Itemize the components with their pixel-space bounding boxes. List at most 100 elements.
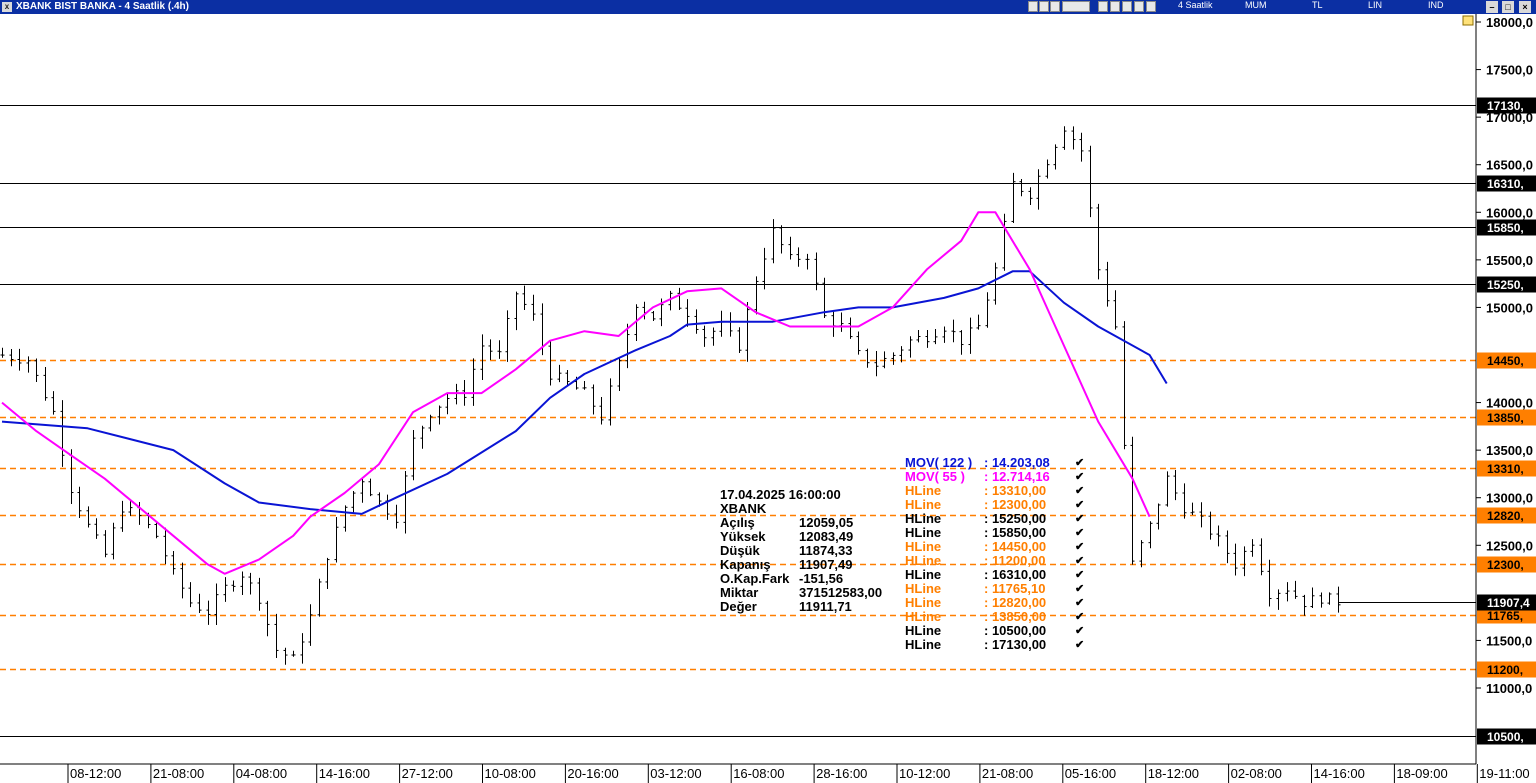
- y-tick-label: 11500,0: [1486, 633, 1532, 648]
- info-label: Değer: [720, 599, 757, 614]
- y-tick-label: 11000,0: [1486, 681, 1532, 696]
- visibility-check-icon[interactable]: ✔: [1075, 624, 1084, 638]
- visibility-check-icon[interactable]: ✔: [1075, 526, 1084, 540]
- legend-value: : 15250,00: [984, 511, 1047, 526]
- x-tick-label: 14-16:00: [1314, 766, 1365, 781]
- visibility-check-icon[interactable]: ✔: [1075, 596, 1084, 610]
- currency-menu[interactable]: TL: [1312, 0, 1323, 10]
- visibility-check-icon[interactable]: ✔: [1075, 568, 1084, 582]
- draw-icon[interactable]: [1110, 1, 1120, 12]
- period-menu[interactable]: 4 Saatlik: [1178, 0, 1213, 10]
- legend-name: HLine: [905, 525, 942, 540]
- legend-value: : 12820,00: [984, 595, 1047, 610]
- alarm-icon[interactable]: [1462, 15, 1474, 26]
- hline-label: 11200,: [1487, 663, 1523, 677]
- visibility-check-icon[interactable]: ✔: [1075, 512, 1084, 526]
- legend-value: : 14450,00: [984, 539, 1047, 554]
- info-label: Miktar: [720, 585, 759, 600]
- info-value: 12059,05: [799, 515, 854, 530]
- chart-style-menu[interactable]: MUM: [1245, 0, 1267, 10]
- maximize-icon[interactable]: □: [1502, 1, 1514, 13]
- x-tick-label: 20-16:00: [567, 766, 618, 781]
- legend-name: HLine: [905, 637, 942, 652]
- y-tick-label: 14000,0: [1486, 396, 1533, 411]
- visibility-check-icon[interactable]: ✔: [1075, 638, 1084, 652]
- system-menu-icon[interactable]: x: [2, 2, 12, 12]
- x-tick-label: 04-08:00: [236, 766, 287, 781]
- x-tick-label: 14-16:00: [319, 766, 370, 781]
- x-tick-label: 05-16:00: [1065, 766, 1116, 781]
- visibility-check-icon[interactable]: ✔: [1075, 484, 1084, 498]
- x-tick-label: 19-11:00: [1479, 766, 1529, 781]
- hline-label: 17130,: [1487, 99, 1524, 113]
- legend-value: : 15850,00: [984, 525, 1047, 540]
- price-chart[interactable]: 18000,017500,017000,016500,016000,015500…: [0, 14, 1536, 783]
- legend-value: : 12.714,16: [984, 469, 1050, 484]
- hline-label: 12300,: [1487, 558, 1524, 572]
- info-label: Kapanış: [720, 557, 771, 572]
- y-tick-label: 18000,0: [1486, 15, 1533, 30]
- y-tick-label: 13000,0: [1486, 491, 1533, 506]
- legend-name: HLine: [905, 497, 942, 512]
- x-tick-label: 21-08:00: [153, 766, 204, 781]
- legend-value: : 16310,00: [984, 567, 1047, 582]
- info-value: 12083,49: [799, 529, 854, 544]
- y-tick-label: 15000,0: [1486, 300, 1533, 315]
- x-tick-label: 27-12:00: [402, 766, 453, 781]
- legend-name: HLine: [905, 553, 942, 568]
- x-tick-label: 08-12:00: [70, 766, 121, 781]
- info-value: 11911,71: [799, 599, 852, 614]
- toolbar: [1028, 1, 1168, 13]
- info-value: 371512583,00: [799, 585, 883, 600]
- close-icon[interactable]: ×: [1519, 1, 1531, 13]
- x-tick-label: 21-08:00: [982, 766, 1033, 781]
- visibility-check-icon[interactable]: ✔: [1075, 498, 1084, 512]
- arrow-icon[interactable]: [1146, 1, 1156, 12]
- line-icon[interactable]: [1122, 1, 1132, 12]
- y-tick-label: 17500,0: [1486, 63, 1533, 78]
- last-price-label: 11907,4: [1487, 596, 1530, 610]
- visibility-check-icon[interactable]: ✔: [1075, 610, 1084, 624]
- window-title: XBANK BIST BANKA - 4 Saatlik (.4h): [16, 1, 189, 12]
- y-tick-label: 13500,0: [1486, 443, 1533, 458]
- zoom-icon[interactable]: [1039, 1, 1049, 12]
- grid-icon[interactable]: [1098, 1, 1108, 12]
- visibility-check-icon[interactable]: ✔: [1075, 554, 1084, 568]
- y-tick-label: 16000,0: [1486, 205, 1533, 220]
- y-tick-label: 15500,0: [1486, 253, 1533, 268]
- indicator-menu[interactable]: IND: [1428, 0, 1444, 10]
- visibility-check-icon[interactable]: ✔: [1075, 470, 1084, 484]
- info-label: O.Kap.Fark: [720, 571, 790, 586]
- x-tick-label: 18-09:00: [1396, 766, 1447, 781]
- x-tick-label: 02-08:00: [1231, 766, 1282, 781]
- visibility-check-icon[interactable]: ✔: [1075, 582, 1084, 596]
- info-label: Yüksek: [720, 529, 766, 544]
- legend-name: HLine: [905, 539, 942, 554]
- x-tick-label: 18-12:00: [1148, 766, 1199, 781]
- visibility-check-icon[interactable]: ✔: [1075, 456, 1084, 470]
- info-label: Düşük: [720, 543, 760, 558]
- hline-label: 15850,: [1487, 221, 1524, 235]
- window-title-bar: x XBANK BIST BANKA - 4 Saatlik (.4h) 4 S…: [0, 0, 1536, 14]
- info-datetime: 17.04.2025 16:00:00: [720, 487, 841, 502]
- x-tick-label: 10-08:00: [485, 766, 536, 781]
- hline-label: 12820,: [1487, 509, 1524, 523]
- legend-value: : 14.203,08: [984, 455, 1050, 470]
- visibility-check-icon[interactable]: ✔: [1075, 540, 1084, 554]
- eraser-icon[interactable]: [1050, 1, 1060, 12]
- text-icon[interactable]: [1062, 1, 1090, 12]
- legend-name: HLine: [905, 483, 942, 498]
- info-symbol: XBANK: [720, 501, 767, 516]
- x-tick-label: 16-08:00: [733, 766, 784, 781]
- hline-label: 14450,: [1487, 354, 1524, 368]
- fib-icon[interactable]: [1134, 1, 1144, 12]
- select-icon[interactable]: [1028, 1, 1038, 12]
- info-label: Açılış: [720, 515, 755, 530]
- y-tick-label: 12500,0: [1486, 538, 1533, 553]
- minimize-icon[interactable]: –: [1486, 1, 1498, 13]
- x-tick-label: 03-12:00: [650, 766, 701, 781]
- scale-menu[interactable]: LIN: [1368, 0, 1382, 10]
- hline-label: 13850,: [1487, 411, 1524, 425]
- legend-name: MOV( 55 ): [905, 469, 965, 484]
- info-value: 11874,33: [799, 543, 853, 558]
